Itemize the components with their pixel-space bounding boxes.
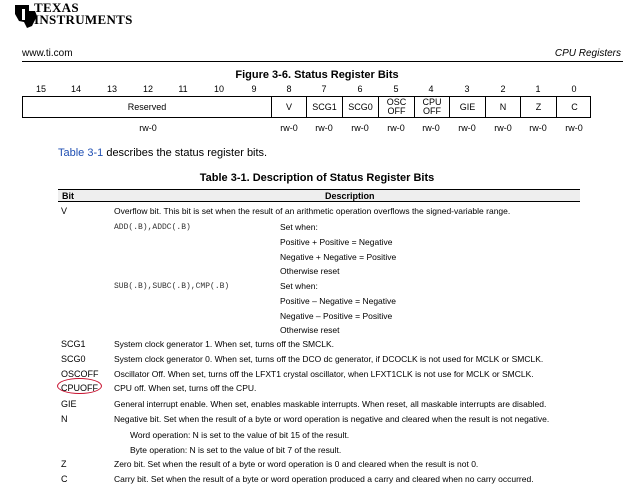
bit-number: 12 xyxy=(142,84,153,94)
bit-number: 10 xyxy=(213,84,224,94)
bit-number: 8 xyxy=(286,84,292,94)
register-field: V xyxy=(272,97,307,117)
access-label: rw-0 xyxy=(422,123,440,133)
v-add-line-1: Set when: xyxy=(280,222,318,232)
column-header-bit: Bit xyxy=(62,191,74,201)
register-field: N xyxy=(486,97,521,117)
access-label: rw-0 xyxy=(387,123,405,133)
row-desc-cpuoff: CPU off. When set, turns off the CPU. xyxy=(114,383,257,393)
row-desc-gie: General interrupt enable. When set, enab… xyxy=(114,399,547,409)
access-label: rw-0 xyxy=(529,123,547,133)
row-desc-scg0: System clock generator 0. When set, turn… xyxy=(114,354,544,364)
bit-number: 14 xyxy=(70,84,81,94)
section-title: CPU Registers xyxy=(554,48,621,59)
bit-number: 9 xyxy=(251,84,257,94)
bit-number: 0 xyxy=(571,84,577,94)
access-label: rw-0 xyxy=(565,123,583,133)
bit-number: 11 xyxy=(178,84,188,94)
row-bit-z: Z xyxy=(61,459,67,469)
row-desc-v: Overflow bit. This bit is set when the r… xyxy=(114,206,511,216)
bit-number: 6 xyxy=(357,84,363,94)
access-label: rw-0 xyxy=(139,123,157,133)
row-desc-oscoff: Oscillator Off. When set, turns off the … xyxy=(114,369,534,379)
bit-number: 5 xyxy=(393,84,399,94)
access-label: rw-0 xyxy=(280,123,298,133)
status-register-diagram: Reserved V SCG1 SCG0 OSC OFF CPU OFF GIE N Z C xyxy=(22,96,591,118)
row-bit-scg0: SCG0 xyxy=(61,354,86,364)
register-field: SCG0 xyxy=(343,97,379,117)
row-desc-c: Carry bit. Set when the result of a byte… xyxy=(114,474,534,484)
row-bit-scg1: SCG1 xyxy=(61,339,86,349)
access-label: rw-0 xyxy=(351,123,369,133)
figure-title: Figure 3-6. Status Register Bits xyxy=(235,69,399,81)
access-label: rw-0 xyxy=(494,123,512,133)
row-bit-c: C xyxy=(61,474,68,484)
v-sub-line-1: Set when: xyxy=(280,281,318,291)
intro-text: Table 3-1 describes the status register … xyxy=(58,147,267,159)
brand-line-2: INSTRUMENTS xyxy=(34,12,133,27)
bit-number: 1 xyxy=(535,84,541,94)
v-sub-line-2: Positive – Negative = Negative xyxy=(280,296,396,306)
v-sub-instructions: SUB(.B),SUBC(.B),CMP(.B) xyxy=(114,282,230,291)
row-bit-v: V xyxy=(61,206,68,216)
v-add-line-2: Positive + Positive = Negative xyxy=(280,237,393,247)
row-bit-n: N xyxy=(61,414,68,424)
bit-number: 13 xyxy=(106,84,117,94)
register-field: CPU OFF xyxy=(415,97,450,117)
table-header-bar xyxy=(58,189,580,202)
register-field: GIE xyxy=(450,97,486,117)
v-add-instructions: ADD(.B),ADDC(.B) xyxy=(114,223,191,232)
register-field: C xyxy=(571,101,578,112)
n-byte-operation: Byte operation: N is set to the value of… xyxy=(130,445,342,455)
row-desc-z: Zero bit. Set when the result of a byte … xyxy=(114,459,479,469)
row-desc-n: Negative bit. Set when the result of a b… xyxy=(114,414,550,424)
v-add-line-3: Negative + Negative = Positive xyxy=(280,252,397,262)
header-divider xyxy=(22,61,623,62)
site-url-link[interactable]: www.ti.com xyxy=(22,48,73,59)
intro-sentence: describes the status register bits. xyxy=(103,147,268,159)
register-field: Z xyxy=(521,97,557,117)
bit-number: 7 xyxy=(321,84,327,94)
bit-number: 3 xyxy=(464,84,470,94)
ti-brand: TEXAS INSTRUMENTS xyxy=(34,1,133,27)
access-label: rw-0 xyxy=(315,123,333,133)
register-field: SCG1 xyxy=(307,97,343,117)
v-add-line-4: Otherwise reset xyxy=(280,266,340,276)
bit-number: 2 xyxy=(500,84,506,94)
table-title: Table 3-1. Description of Status Registe… xyxy=(199,172,435,184)
register-field: OSC OFF xyxy=(379,97,415,117)
bit-number: 4 xyxy=(428,84,434,94)
v-sub-line-3: Negative – Positive = Positive xyxy=(280,311,393,321)
bit-number: 15 xyxy=(35,84,46,94)
row-desc-scg1: System clock generator 1. When set, turn… xyxy=(114,339,334,349)
table-3-1-link[interactable]: Table 3-1 xyxy=(58,147,103,159)
v-sub-line-4: Otherwise reset xyxy=(280,325,340,335)
n-word-operation: Word operation: N is set to the value of… xyxy=(130,430,350,440)
register-field: Reserved xyxy=(23,97,272,117)
cpuoff-highlight-circle xyxy=(57,378,102,394)
access-label: rw-0 xyxy=(458,123,476,133)
column-header-description: Description xyxy=(325,191,375,201)
row-bit-gie: GIE xyxy=(61,399,77,409)
